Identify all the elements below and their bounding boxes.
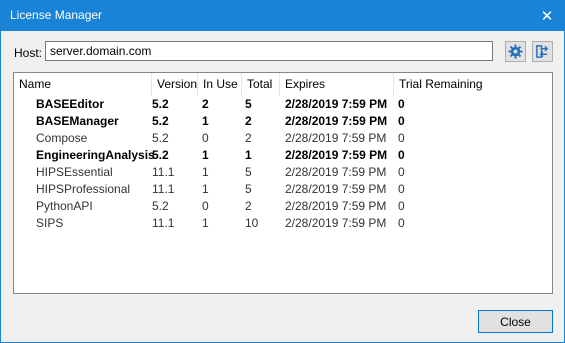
table-row[interactable]: HIPSProfessional 11.1 1 5 2/28/2019 7:59 PM 0 (14, 181, 552, 198)
cell-expires: 2/28/2019 7:59 PM (285, 148, 388, 162)
cell-total: 2 (245, 114, 252, 128)
cell-trial: 0 (398, 148, 405, 162)
table-row[interactable]: BASEEditor 5.2 2 5 2/28/2019 7:59 PM 0 (14, 96, 552, 113)
host-label: Host: (14, 46, 43, 60)
cell-expires: 2/28/2019 7:59 PM (285, 97, 388, 111)
cell-trial: 0 (398, 182, 405, 196)
cell-total: 2 (245, 131, 252, 145)
cell-in-use: 2 (202, 97, 209, 111)
cell-version: 5.2 (152, 114, 169, 128)
table-row[interactable]: BASEManager 5.2 1 2 2/28/2019 7:59 PM 0 (14, 113, 552, 130)
cell-version: 5.2 (152, 199, 169, 213)
cell-trial: 0 (398, 97, 405, 111)
cell-expires: 2/28/2019 7:59 PM (285, 114, 388, 128)
close-button[interactable]: Close (478, 310, 553, 333)
cell-name: PythonAPI (36, 199, 93, 213)
window-close-button[interactable]: ✕ (532, 1, 562, 31)
connect-button[interactable] (532, 41, 553, 62)
cell-version: 5.2 (152, 148, 169, 162)
cell-trial: 0 (398, 199, 405, 213)
cell-name: SIPS (36, 216, 64, 230)
column-header-expires[interactable]: Expires (280, 73, 394, 96)
cell-expires: 2/28/2019 7:59 PM (285, 216, 387, 230)
host-input[interactable] (45, 41, 493, 61)
cell-expires: 2/28/2019 7:59 PM (285, 199, 387, 213)
cell-version: 11.1 (152, 165, 175, 179)
cell-trial: 0 (398, 216, 405, 230)
cell-trial: 0 (398, 165, 405, 179)
settings-button[interactable] (505, 41, 526, 62)
cell-name: BASEManager (36, 114, 119, 128)
table-row[interactable]: HIPSEssential 11.1 1 5 2/28/2019 7:59 PM 0 (14, 164, 552, 181)
cell-version: 5.2 (152, 97, 169, 111)
table-row[interactable]: PythonAPI 5.2 0 2 2/28/2019 7:59 PM 0 (14, 198, 552, 215)
cell-expires: 2/28/2019 7:59 PM (285, 165, 387, 179)
cell-name: EngineeringAnalysis (36, 148, 155, 162)
cell-in-use: 1 (202, 182, 209, 196)
table-row[interactable]: EngineeringAnalysis 5.2 1 1 2/28/2019 7:59 P… (14, 147, 552, 164)
cell-total: 5 (245, 165, 252, 179)
cell-name: Compose (36, 131, 88, 145)
cell-name: HIPSProfessional (36, 182, 131, 196)
column-header-trial-remaining[interactable]: Trial Remaining (394, 73, 552, 96)
cell-version: 11.1 (152, 216, 175, 230)
cell-name: BASEEditor (36, 97, 105, 111)
title-bar[interactable]: License Manager ✕ (1, 1, 564, 31)
table-row[interactable]: SIPS 11.1 1 10 2/28/2019 7:59 PM 0 (14, 215, 552, 232)
swap-icon (536, 45, 549, 58)
cell-in-use: 1 (202, 148, 209, 162)
cell-in-use: 1 (202, 114, 209, 128)
column-header-in-use[interactable]: In Use (198, 73, 242, 96)
license-table[interactable]: Name Version In Use Total Expires Trial … (13, 72, 553, 294)
cell-total: 1 (245, 148, 252, 162)
column-header-version[interactable]: Version (152, 73, 198, 96)
cell-in-use: 0 (202, 199, 209, 213)
cell-expires: 2/28/2019 7:59 PM (285, 182, 387, 196)
cell-total: 5 (245, 182, 252, 196)
column-header-total[interactable]: Total (242, 73, 280, 96)
cell-trial: 0 (398, 114, 405, 128)
cell-in-use: 1 (202, 216, 209, 230)
cell-name: HIPSEssential (36, 165, 113, 179)
cell-in-use: 1 (202, 165, 209, 179)
window-title: License Manager (10, 8, 103, 22)
cell-total: 5 (245, 97, 252, 111)
cell-expires: 2/28/2019 7:59 PM (285, 131, 387, 145)
cell-in-use: 0 (202, 131, 209, 145)
gear-icon (508, 44, 523, 59)
cell-version: 5.2 (152, 131, 169, 145)
cell-total: 2 (245, 199, 252, 213)
table-row[interactable]: Compose 5.2 0 2 2/28/2019 7:59 PM 0 (14, 130, 552, 147)
license-manager-window: License Manager ✕ Host: server.domain.co… (0, 0, 565, 343)
cell-version: 11.1 (152, 182, 175, 196)
column-header-name[interactable]: Name (14, 73, 152, 96)
cell-trial: 0 (398, 131, 405, 145)
cell-total: 10 (245, 216, 259, 230)
